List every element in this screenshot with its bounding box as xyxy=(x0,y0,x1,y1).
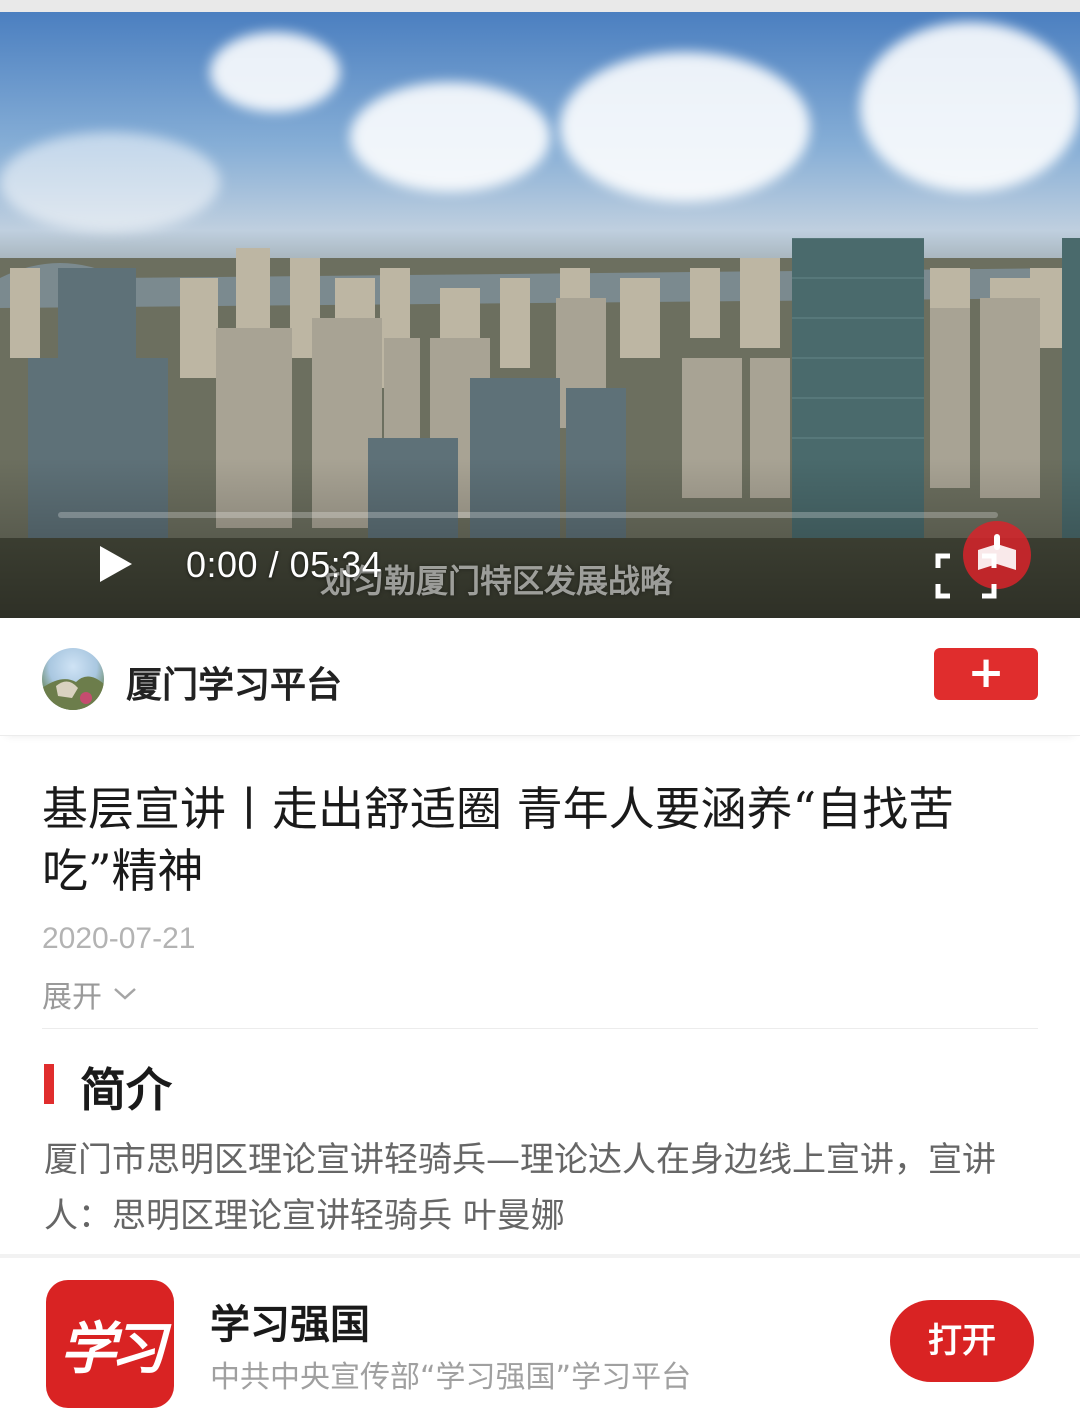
cloud xyxy=(210,32,340,112)
open-app-button[interactable]: 打开 xyxy=(890,1300,1034,1382)
play-icon[interactable] xyxy=(94,542,138,586)
app-description: 中共中央宣传部“学习强国”学习平台 xyxy=(210,1360,692,1395)
current-time: 0:00 xyxy=(186,544,259,585)
article-title: 基层宣讲丨走出舒适圈 青年人要涵养“自找苦吃”精神 xyxy=(42,782,955,898)
account-avatar[interactable] xyxy=(42,648,104,710)
cloud xyxy=(350,82,550,192)
cloud xyxy=(860,22,1080,192)
video-player[interactable]: 划匀勒厦门特区发展战略 0:00 / 05:34 xyxy=(0,12,1080,618)
avatar-image xyxy=(42,676,104,710)
expand-button[interactable]: 展开 xyxy=(42,972,138,1016)
intro-text: 厦门市思明区理论宣讲轻骑兵—理论达人在身边线上宣讲，宣讲人：思明区理论宣讲轻骑兵… xyxy=(44,1140,996,1236)
duration: 05:34 xyxy=(289,544,383,585)
banner-separator xyxy=(0,1254,1080,1258)
app-logo-icon: 学习 xyxy=(46,1280,174,1408)
fullscreen-icon[interactable] xyxy=(934,552,998,600)
video-progress-bar[interactable] xyxy=(58,512,998,518)
account-bar: 厦门学习平台 + xyxy=(0,618,1080,736)
expand-label: 展开 xyxy=(42,980,102,1015)
follow-button[interactable]: + xyxy=(934,648,1038,700)
app-name: 学习强国 xyxy=(210,1302,370,1348)
intro-heading: 简介 xyxy=(80,1063,172,1117)
video-time: 0:00 / 05:34 xyxy=(186,544,382,586)
section-marker xyxy=(44,1064,54,1104)
top-strip xyxy=(0,0,1080,12)
cloud xyxy=(0,132,220,232)
chevron-down-icon xyxy=(114,988,136,1000)
time-separator: / xyxy=(268,544,280,585)
account-name[interactable]: 厦门学习平台 xyxy=(126,656,342,708)
divider xyxy=(42,1028,1038,1029)
publish-date: 2020-07-21 xyxy=(42,922,196,955)
cloud xyxy=(560,52,810,202)
